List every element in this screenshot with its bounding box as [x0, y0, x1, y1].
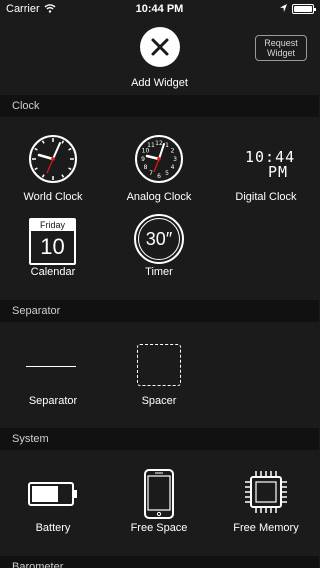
section-header-separator: Separator: [0, 300, 319, 322]
add-widget-area: Add Widget Request Widget: [0, 20, 319, 95]
battery-widget-icon: [28, 482, 77, 506]
battery-icon: [292, 4, 316, 14]
close-icon: [151, 38, 169, 56]
separator-line-icon: [26, 366, 76, 367]
digital-time-ampm: PM: [268, 163, 289, 181]
spacer-icon: [137, 344, 181, 386]
widget-digital-clock[interactable]: 10:44 PM Digital Clock: [213, 117, 319, 207]
svg-text:6: 6: [157, 173, 161, 180]
svg-text:1: 1: [165, 142, 169, 149]
section-header-barometer: Barometer: [0, 556, 319, 568]
widget-free-space[interactable]: Free Space: [106, 450, 212, 545]
widget-separator[interactable]: Separator: [0, 322, 106, 417]
add-widget-label: Add Widget: [131, 77, 188, 89]
widget-spacer[interactable]: Spacer: [106, 322, 212, 417]
world-clock-label: World Clock: [23, 191, 83, 203]
svg-text:3: 3: [173, 156, 177, 163]
chip-icon: [245, 471, 287, 513]
location-arrow-icon: [280, 4, 287, 12]
free-memory-label: Free Memory: [233, 522, 299, 534]
world-clock-icon: [29, 135, 77, 183]
spacer-label: Spacer: [141, 395, 177, 407]
request-widget-button[interactable]: Request Widget: [255, 35, 307, 61]
timer-label: Timer: [145, 266, 173, 278]
add-widget-button[interactable]: [140, 27, 180, 67]
calendar-icon: Friday 10: [29, 218, 76, 265]
svg-text:11: 11: [147, 142, 155, 149]
widget-calendar[interactable]: Friday 10 Calendar: [0, 207, 106, 287]
svg-text:9: 9: [141, 156, 145, 163]
svg-text:7: 7: [149, 170, 153, 177]
section-header-clock: Clock: [0, 95, 319, 117]
svg-text:8: 8: [144, 164, 148, 171]
battery-label: Battery: [35, 522, 71, 534]
analog-clock-label: Analog Clock: [126, 191, 192, 203]
widget-analog-clock[interactable]: 12 1 2 345 678 9 10 11 Analog Clock: [106, 117, 212, 207]
phone-icon: [144, 469, 174, 519]
calendar-label: Calendar: [30, 266, 76, 278]
separator-label: Separator: [28, 395, 78, 407]
timer-value: 30″: [138, 218, 180, 260]
free-space-label: Free Space: [130, 522, 188, 534]
section-header-system: System: [0, 428, 319, 450]
status-bar: Carrier 10:44 PM: [0, 0, 319, 20]
svg-text:12: 12: [155, 140, 163, 147]
svg-text:5: 5: [165, 170, 169, 177]
digital-time-hours: 10:44: [245, 148, 296, 166]
analog-clock-icon: 12 12 345 678 91011: [135, 135, 183, 183]
calendar-date: 10: [40, 234, 65, 259]
widget-free-memory[interactable]: Free Memory: [213, 450, 319, 545]
digital-clock-label: Digital Clock: [235, 191, 297, 203]
svg-text:2: 2: [171, 148, 175, 155]
widget-battery[interactable]: Battery: [0, 450, 106, 545]
calendar-day: Friday: [31, 220, 74, 231]
timer-icon: 30″: [134, 214, 184, 264]
widget-world-clock[interactable]: World Clock: [0, 117, 106, 207]
widget-timer[interactable]: 30″ Timer: [106, 207, 212, 287]
svg-text:4: 4: [171, 164, 175, 171]
status-time: 10:44 PM: [135, 3, 184, 15]
